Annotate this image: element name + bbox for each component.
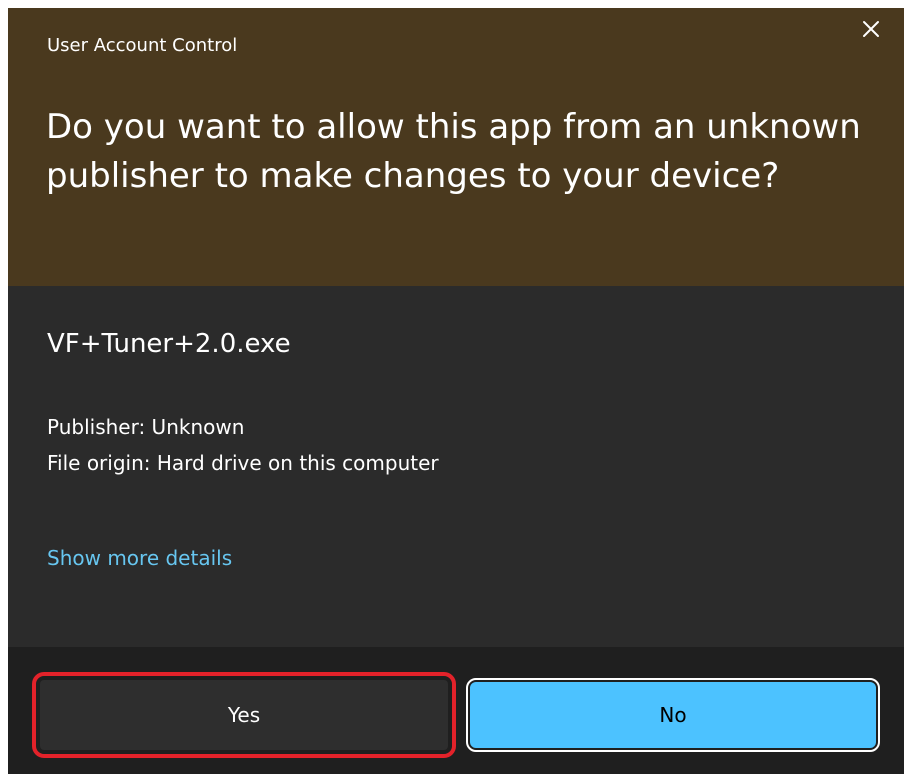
app-name: VF+Tuner+2.0.exe bbox=[47, 329, 291, 359]
yes-button[interactable]: Yes bbox=[32, 672, 456, 758]
close-button[interactable] bbox=[856, 14, 886, 44]
publisher-label: Publisher: Unknown bbox=[47, 415, 245, 439]
no-button[interactable]: No bbox=[466, 678, 880, 752]
close-icon bbox=[863, 21, 879, 37]
show-more-details-link[interactable]: Show more details bbox=[47, 546, 232, 570]
dialog-title: User Account Control bbox=[47, 35, 238, 56]
uac-question: Do you want to allow this app from an un… bbox=[46, 107, 861, 196]
file-origin-label: File origin: Hard drive on this computer bbox=[47, 451, 439, 475]
